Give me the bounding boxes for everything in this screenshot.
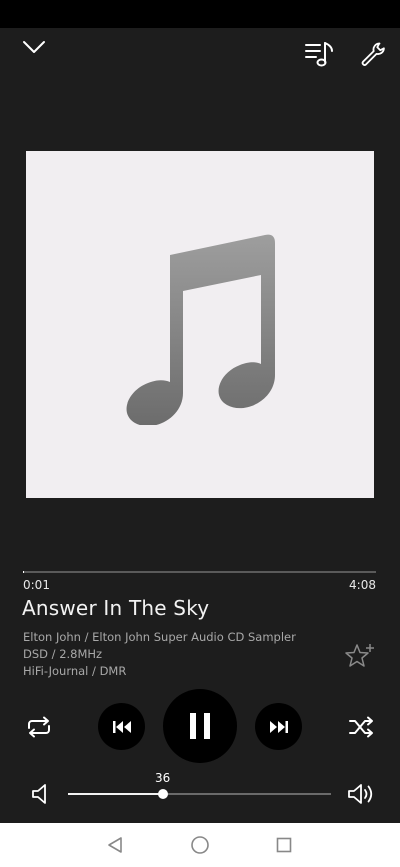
queue-button[interactable] bbox=[302, 38, 336, 70]
playlist-music-icon bbox=[305, 42, 333, 67]
nav-back-button[interactable] bbox=[100, 831, 130, 859]
status-bar bbox=[0, 0, 400, 28]
volume-level: 36 bbox=[155, 771, 171, 785]
track-title: Answer In The Sky bbox=[22, 596, 210, 620]
skip-previous-icon bbox=[112, 720, 131, 733]
volume-slider-thumb[interactable] bbox=[157, 789, 168, 799]
chevron-down-icon bbox=[23, 41, 45, 53]
artist-album: Elton John / Elton John Super Audio CD S… bbox=[23, 630, 296, 644]
volume-down-button[interactable] bbox=[28, 782, 52, 806]
skip-next-icon bbox=[269, 720, 288, 733]
elapsed-time: 0:01 bbox=[23, 578, 50, 592]
volume-slider-fill bbox=[68, 793, 163, 795]
play-pause-button[interactable] bbox=[163, 689, 237, 763]
seek-bar[interactable] bbox=[23, 571, 376, 573]
next-button[interactable] bbox=[255, 703, 302, 750]
audio-format: DSD / 2.8MHz bbox=[23, 647, 103, 661]
total-duration: 4:08 bbox=[349, 578, 376, 592]
square-recents-icon bbox=[276, 837, 292, 853]
triangle-back-icon bbox=[108, 837, 122, 853]
shuffle-icon bbox=[349, 716, 373, 738]
favorite-button[interactable] bbox=[343, 640, 377, 674]
album-artwork bbox=[26, 151, 374, 498]
nav-home-button[interactable] bbox=[185, 831, 215, 859]
repeat-icon bbox=[28, 716, 50, 738]
collapse-button[interactable] bbox=[20, 36, 48, 58]
volume-high-icon bbox=[348, 784, 373, 804]
wrench-icon bbox=[361, 42, 385, 66]
nav-recents-button[interactable] bbox=[269, 831, 299, 859]
repeat-button[interactable] bbox=[24, 713, 54, 741]
pause-icon bbox=[190, 713, 210, 739]
volume-low-icon bbox=[32, 784, 46, 804]
previous-button[interactable] bbox=[98, 703, 145, 750]
system-navigation-bar bbox=[0, 823, 400, 867]
circle-home-icon bbox=[191, 836, 209, 854]
track-source: HiFi-Journal / DMR bbox=[23, 664, 127, 678]
star-plus-icon bbox=[345, 644, 374, 667]
volume-slider[interactable] bbox=[68, 789, 331, 799]
settings-button[interactable] bbox=[357, 38, 389, 70]
shuffle-button[interactable] bbox=[346, 713, 376, 741]
seek-bar-fill bbox=[23, 571, 25, 573]
volume-up-button[interactable] bbox=[345, 781, 377, 807]
music-note-icon bbox=[126, 234, 275, 425]
